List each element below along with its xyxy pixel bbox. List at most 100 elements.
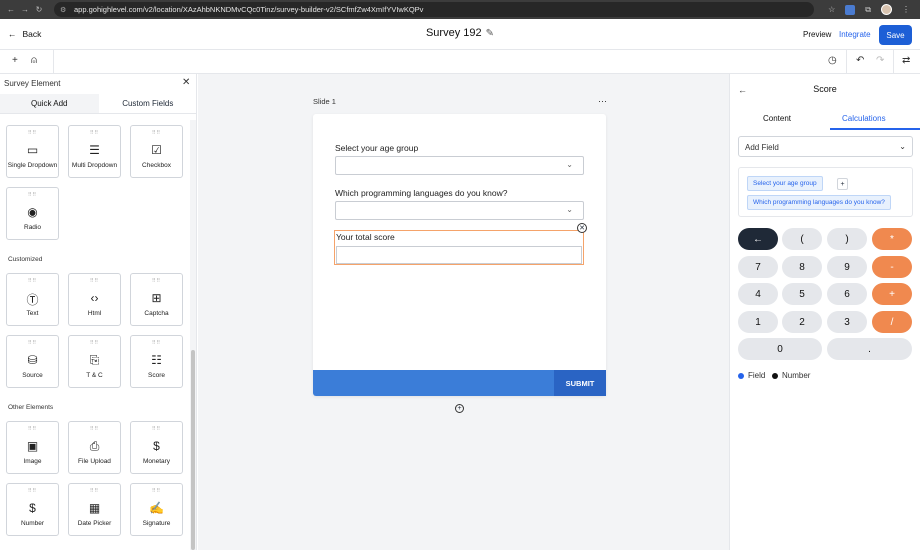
active-tab-indicator [830, 128, 920, 130]
undo-icon[interactable]: ↶ [856, 55, 864, 66]
profile-avatar[interactable] [881, 4, 892, 15]
tab-custom-fields[interactable]: Custom Fields [99, 94, 198, 113]
builder-toolbar: + ⍝ ◷ ↶ ↷ ⇄ [0, 50, 920, 74]
element-source[interactable]: ⠿⠿ ⛁ Source [6, 335, 59, 388]
browser-toolbar: ← → ↻ ⚙ app.gohighlevel.com/v2/location/… [0, 0, 920, 19]
submit-button[interactable]: SUBMIT [554, 370, 606, 396]
key-9[interactable]: 9 [827, 256, 867, 278]
key-backspace[interactable]: ← [738, 228, 778, 250]
key-8[interactable]: 8 [782, 256, 822, 278]
formula-field-chip[interactable]: Select your age group [747, 176, 823, 191]
score-input[interactable] [336, 246, 582, 264]
form-footer: SUBMIT [313, 370, 606, 396]
key-close-paren[interactable]: ) [827, 228, 867, 250]
image-icon: ▣ [26, 439, 39, 453]
age-group-dropdown[interactable]: ⌄ [335, 156, 584, 175]
browser-back-icon[interactable]: ← [4, 5, 18, 14]
element-terms[interactable]: ⠿⠿ ⎘ T & C [68, 335, 121, 388]
formula-operator-chip[interactable]: + [837, 178, 848, 190]
element-multi-dropdown[interactable]: ⠿⠿ ☰ Multi Dropdown [68, 125, 121, 178]
element-image[interactable]: ⠿⠿ ▣ Image [6, 421, 59, 474]
field-dot [738, 372, 744, 379]
key-5[interactable]: 5 [782, 283, 822, 305]
tab-quick-add[interactable]: Quick Add [0, 94, 99, 113]
formula-field-chip[interactable]: Which programming languages do you know? [747, 195, 891, 210]
key-plus[interactable]: + [872, 283, 912, 305]
browser-forward-icon[interactable]: → [18, 5, 32, 14]
score-field-selected[interactable]: Your total score [334, 230, 584, 265]
add-field-select[interactable]: Add Field ⌄ [738, 136, 913, 157]
slide-more-icon[interactable]: ⋯ [598, 96, 607, 107]
section-customized: Customized [8, 256, 43, 263]
key-2[interactable]: 2 [782, 311, 822, 333]
checkbox-icon: ☑ [151, 143, 162, 157]
address-bar[interactable]: ⚙ app.gohighlevel.com/v2/location/XAzAhb… [54, 2, 814, 17]
element-signature[interactable]: ⠿⠿ ✍ Signature [130, 483, 183, 536]
key-4[interactable]: 4 [738, 283, 778, 305]
element-text[interactable]: ⠿⠿ Ⓣ Text [6, 273, 59, 326]
element-radio[interactable]: ⠿⠿ ◉ Radio [6, 187, 59, 240]
add-field-label: Add Field [745, 143, 779, 152]
extensions-puzzle-icon[interactable]: ⧉ [865, 5, 871, 15]
element-number[interactable]: ⠿⠿ $ Number [6, 483, 59, 536]
key-decimal[interactable]: . [827, 338, 912, 360]
divider [53, 50, 54, 74]
score-icon: ☷ [151, 353, 162, 367]
key-multiply[interactable]: * [872, 228, 912, 250]
scrollbar-thumb[interactable] [191, 350, 195, 550]
divider [846, 50, 847, 74]
element-date-picker[interactable]: ⠿⠿ ▦ Date Picker [68, 483, 121, 536]
integrate-button[interactable]: Integrate [839, 30, 871, 39]
key-6[interactable]: 6 [827, 283, 867, 305]
element-score[interactable]: ⠿⠿ ☷ Score [130, 335, 183, 388]
page-title: Survey 192 ✎ [0, 27, 920, 39]
preview-button[interactable]: Preview [803, 30, 831, 39]
history-icon[interactable]: ◷ [828, 55, 837, 66]
element-file-upload[interactable]: ⠿⠿ ⎙ File Upload [68, 421, 121, 474]
formula-box[interactable]: Select your age group + Which programmin… [738, 167, 913, 217]
question-label: Which programming languages do you know? [335, 188, 508, 198]
key-3[interactable]: 3 [827, 311, 867, 333]
code-icon: ‹› [90, 291, 99, 305]
redo-icon[interactable]: ↷ [876, 55, 884, 66]
element-checkbox[interactable]: ⠿⠿ ☑ Checkbox [130, 125, 183, 178]
add-plus-icon[interactable]: + [12, 55, 18, 66]
remove-element-icon[interactable]: ✕ [577, 223, 587, 233]
number-icon: $ [29, 501, 36, 515]
panel-tabs: Quick Add Custom Fields [0, 94, 197, 114]
extension-icon[interactable] [845, 4, 856, 15]
bookmark-star-icon[interactable]: ☆ [828, 5, 835, 14]
key-7[interactable]: 7 [738, 256, 778, 278]
element-html[interactable]: ⠿⠿ ‹› Html [68, 273, 121, 326]
site-info-icon[interactable]: ⚙ [60, 6, 69, 14]
key-divide[interactable]: / [872, 311, 912, 333]
key-open-paren[interactable]: ( [782, 228, 822, 250]
terms-icon: ⎘ [89, 353, 100, 367]
key-minus[interactable]: - [872, 256, 912, 278]
key-1[interactable]: 1 [738, 311, 778, 333]
app-header: ← Back Survey 192 ✎ Preview Integrate Sav… [0, 19, 920, 50]
save-button[interactable]: Save [879, 25, 912, 45]
browser-menu-icon[interactable]: ⋮ [902, 5, 910, 14]
element-single-dropdown[interactable]: ⠿⠿ ▭ Single Dropdown [6, 125, 59, 178]
form-preview: Select your age group ⌄ Which programmin… [313, 114, 606, 396]
url-text: app.gohighlevel.com/v2/location/XAzAhbNK… [74, 5, 424, 14]
tab-calculations[interactable]: Calculations [842, 114, 886, 123]
element-monetary[interactable]: ⠿⠿ $ Monetary [130, 421, 183, 474]
captcha-icon: ⊞ [151, 291, 162, 305]
panel-title: Score [813, 84, 837, 94]
theme-bell-icon[interactable]: ⍝ [31, 55, 37, 66]
key-0[interactable]: 0 [738, 338, 822, 360]
settings-sliders-icon[interactable]: ⇄ [902, 55, 910, 66]
score-label: Your total score [336, 232, 395, 242]
tab-content[interactable]: Content [763, 114, 791, 123]
close-icon[interactable]: ✕ [182, 77, 190, 88]
panel-title: Survey Element [4, 79, 61, 88]
languages-dropdown[interactable]: ⌄ [335, 201, 584, 220]
database-icon: ⛁ [27, 353, 38, 367]
add-slide-icon[interactable]: + [455, 404, 464, 413]
survey-title: Survey 192 [425, 27, 482, 39]
edit-pencil-icon[interactable]: ✎ [486, 28, 494, 39]
element-captcha[interactable]: ⠿⠿ ⊞ Captcha [130, 273, 183, 326]
reload-icon[interactable]: ↻ [32, 5, 46, 14]
